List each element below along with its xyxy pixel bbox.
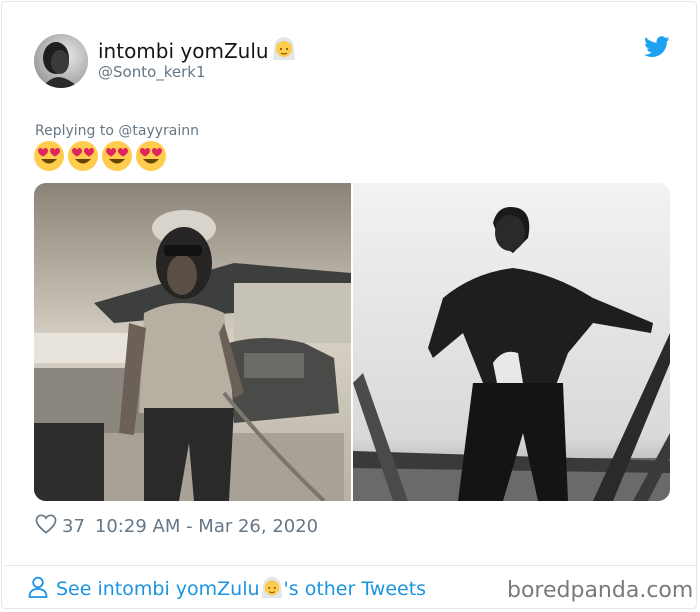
boredpanda-watermark: boredpanda.com <box>507 578 694 603</box>
display-name-text[interactable]: intombi yomZulu <box>98 39 269 63</box>
tweet-photo-1[interactable] <box>34 183 351 501</box>
see-other-tweets-link[interactable]: See intombi yomZulu 's other Tweets <box>28 575 426 604</box>
footer-divider <box>4 565 698 566</box>
author-display-name[interactable]: intombi yomZulu <box>98 35 297 66</box>
tweet-text <box>33 140 169 180</box>
replying-to-label: Replying to <box>35 123 114 139</box>
like-button[interactable]: 37 <box>35 514 85 539</box>
tweet-card: intombi yomZulu @Sonto_kerk1 Replying to… <box>1 1 698 609</box>
tweet-photo-2[interactable] <box>353 183 670 501</box>
heart-eyes-emoji-icon <box>33 140 65 180</box>
bride-with-veil-emoji-icon <box>271 35 297 66</box>
replying-to-line: Replying to @tayyrainn <box>35 123 199 139</box>
tweet-meta: 37 10:29 AM - Mar 26, 2020 <box>35 514 318 539</box>
twitter-bird-icon[interactable] <box>644 36 670 58</box>
tweet-media <box>34 183 670 501</box>
heart-eyes-emoji-icon <box>67 140 99 180</box>
heart-eyes-emoji-icon <box>101 140 133 180</box>
see-tweets-suffix[interactable]: 's other Tweets <box>284 578 427 600</box>
replying-to-handle-link[interactable]: @tayyrainn <box>118 123 199 139</box>
heart-eyes-emoji-icon <box>135 140 167 180</box>
likes-count: 37 <box>62 516 85 537</box>
avatar[interactable] <box>34 34 88 88</box>
bride-with-veil-emoji-icon <box>260 575 284 604</box>
author-handle[interactable]: @Sonto_kerk1 <box>98 63 206 81</box>
tweet-timestamp[interactable]: 10:29 AM - Mar 26, 2020 <box>95 516 318 537</box>
see-tweets-prefix[interactable]: See intombi yomZulu <box>56 578 260 600</box>
user-icon <box>28 576 48 603</box>
heart-outline-icon[interactable] <box>35 514 57 539</box>
